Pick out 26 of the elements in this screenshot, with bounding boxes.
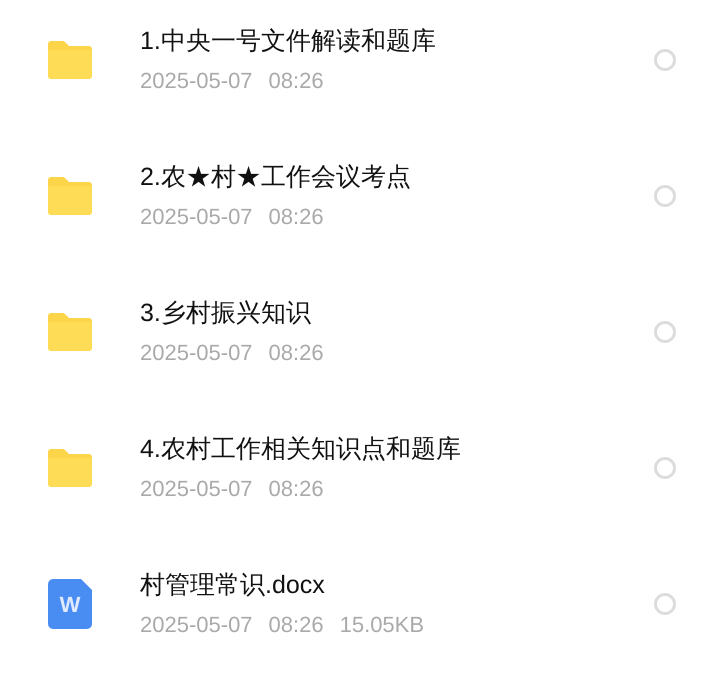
file-date: 2025-05-07	[140, 475, 253, 503]
select-radio[interactable]	[654, 321, 676, 343]
select-radio[interactable]	[654, 185, 676, 207]
folder-icon	[48, 177, 92, 215]
file-size: 15.05KB	[340, 611, 424, 639]
file-date: 2025-05-07	[140, 67, 253, 95]
folder-icon	[48, 313, 92, 351]
select-radio[interactable]	[654, 593, 676, 615]
document-icon: W	[48, 579, 92, 629]
file-date: 2025-05-07	[140, 339, 253, 367]
file-name[interactable]: 村管理常识.docx	[140, 569, 654, 601]
folder-icon	[48, 449, 92, 487]
file-name[interactable]: 4.农村工作相关知识点和题库	[140, 433, 654, 465]
file-time: 08:26	[268, 67, 324, 95]
file-time: 08:26	[268, 475, 324, 503]
folder-icon	[48, 41, 92, 79]
file-date: 2025-05-07	[140, 203, 253, 231]
file-date: 2025-05-07	[140, 611, 253, 639]
file-name[interactable]: 1.中央一号文件解读和题库	[140, 25, 654, 57]
file-time: 08:26	[268, 339, 324, 367]
select-radio[interactable]	[654, 49, 676, 71]
file-time: 08:26	[268, 611, 324, 639]
select-radio[interactable]	[654, 457, 676, 479]
file-time: 08:26	[268, 203, 324, 231]
file-name[interactable]: 3.乡村振兴知识	[140, 297, 654, 329]
file-name[interactable]: 2.农★村★工作会议考点	[140, 161, 654, 193]
